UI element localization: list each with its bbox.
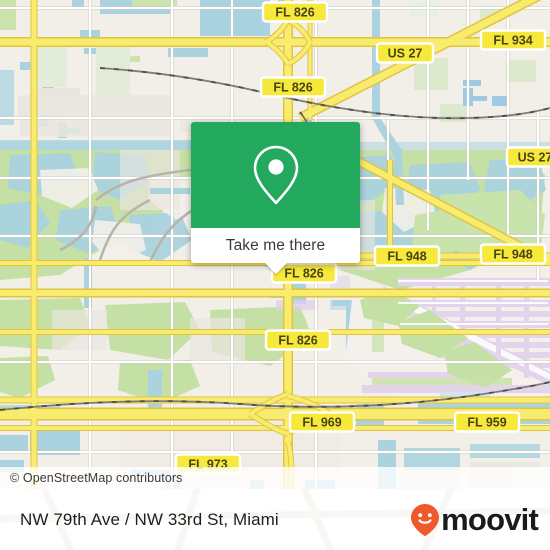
brand-name: moovit (441, 502, 539, 537)
road-shield-label: FL 934 (493, 34, 532, 48)
osm-attribution-bar[interactable]: © OpenStreetMap contributors (0, 467, 550, 489)
take-me-there-button[interactable]: Take me there (226, 237, 326, 255)
road-shield-label: FL 826 (284, 267, 323, 281)
road-shield: FL 826 (264, 329, 332, 351)
road-shield: FL 948 (479, 243, 547, 265)
moovit-logo[interactable]: moovit (410, 502, 539, 537)
road-shield-label: FL 826 (275, 6, 314, 20)
map-pin-icon (253, 145, 298, 205)
road-shield-label: US 27 (388, 47, 423, 61)
road-shield-label: FL 948 (493, 248, 532, 262)
road-shield: FL 826 (261, 1, 329, 23)
road-shield-label: FL 969 (302, 416, 341, 430)
road-shield-label: FL 959 (467, 416, 506, 430)
popup-footer[interactable]: Take me there (191, 228, 360, 274)
road-shield: US 27 (375, 42, 435, 64)
road-shield-label: US 27 (518, 151, 550, 165)
road-shield: FL 959 (453, 411, 521, 433)
popup-header (191, 122, 360, 228)
road-shield: FL 826 (259, 76, 327, 98)
road-shield-label: FL 948 (387, 250, 426, 264)
road-shield-label: FL 826 (273, 81, 312, 95)
map-canvas[interactable]: FL 826 US 27 FL 934 FL 826 US 27 FL 948 FL 948… (0, 0, 550, 489)
page-footer: NW 79th Ave / NW 33rd St, Miami moovit (0, 489, 550, 550)
popup-pointer-tail (263, 262, 288, 274)
road-shield: FL 934 (479, 29, 547, 51)
location-popup-card[interactable]: Take me there (191, 122, 360, 274)
page-title: NW 79th Ave / NW 33rd St, Miami (20, 509, 279, 529)
road-shield: FL 948 (373, 245, 441, 267)
road-shield-label: FL 826 (278, 334, 317, 348)
road-shield: US 27 (505, 146, 550, 168)
road-shield: FL 969 (288, 411, 356, 433)
osm-attribution-text: © OpenStreetMap contributors (10, 471, 183, 485)
moovit-smiley-pin-icon (411, 503, 440, 536)
